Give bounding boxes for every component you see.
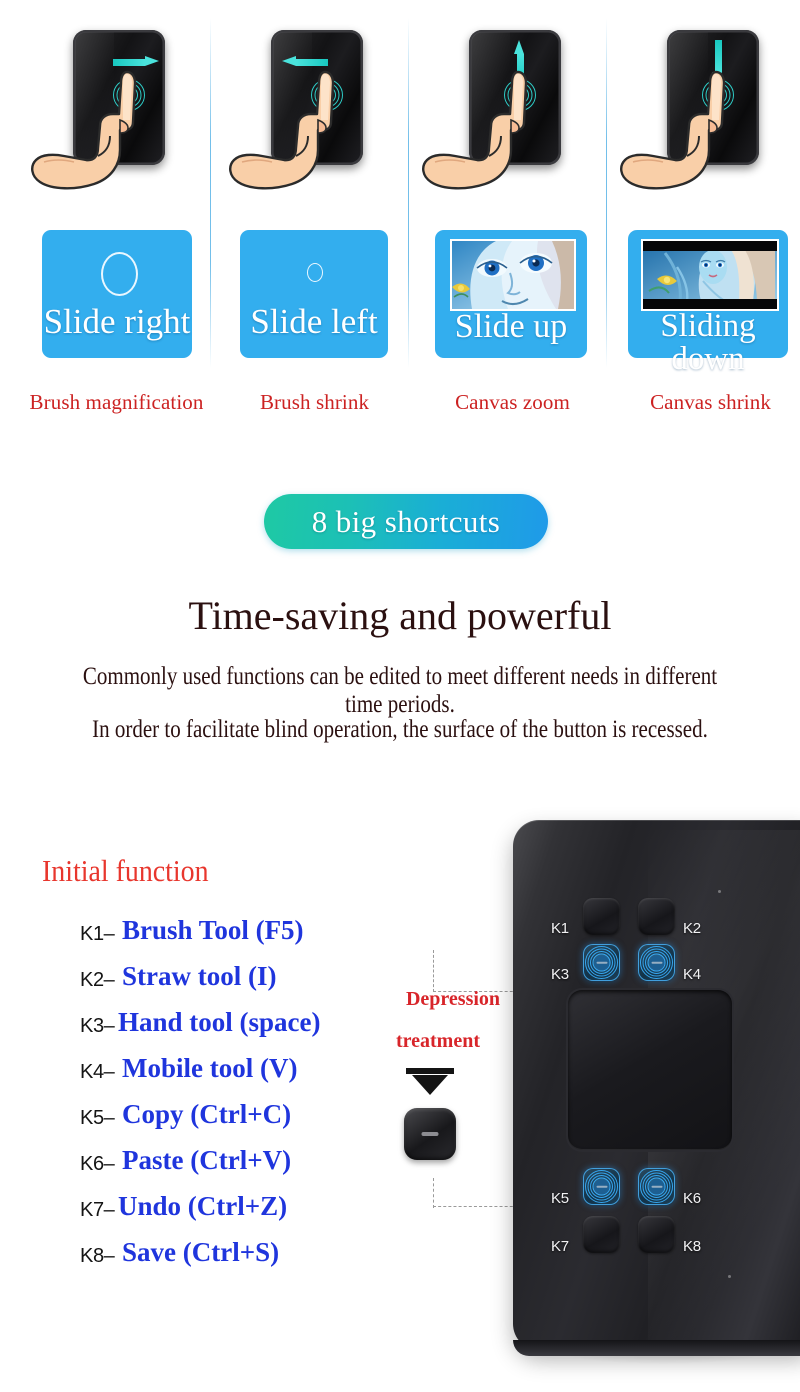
key-id: K2–	[80, 969, 115, 991]
key-function: Paste (Ctrl+V)	[122, 1145, 292, 1175]
drawing-tablet-device: K1 K2 K3 K4 K5 K6 K7 K8	[513, 820, 800, 1365]
callout-leader-line-bottom	[433, 1206, 523, 1207]
canvas-preview-zoomed-out	[641, 239, 779, 311]
canvas-preview-zoomed-in	[450, 239, 576, 311]
touch-gesture-illustration	[414, 18, 611, 208]
sliding-down-label: Sliding down	[660, 308, 756, 377]
device-led-dot	[718, 890, 721, 893]
device-button-label-k1: K1	[551, 920, 569, 937]
slide-up-card: Slide up	[435, 230, 587, 358]
gesture-card-slide-up: Slide up Canvas zoom	[414, 0, 611, 440]
device-button-k8[interactable]	[638, 1216, 675, 1253]
slide-left-card: Slide left	[240, 230, 388, 358]
slide-up-label: Slide up	[454, 308, 568, 345]
subline-1: Commonly used functions can be edited to…	[82, 663, 718, 718]
device-button-k5[interactable]	[583, 1168, 620, 1205]
hand-pointing-icon	[620, 70, 726, 190]
device-led-dot	[728, 1275, 731, 1278]
key-function-list: K1– Brush Tool (F5) K2– Straw tool (I) K…	[80, 915, 410, 1283]
slide-right-label: Slide right	[43, 302, 191, 341]
callout-label-line2: treatment	[395, 1030, 481, 1052]
gesture-card-slide-right: Slide right Brush magnification	[18, 0, 215, 440]
subline-2: In order to facilitate blind operation, …	[92, 716, 708, 743]
key-row: K3– Hand tool (space)	[80, 1007, 410, 1053]
key-function: Copy (Ctrl+C)	[122, 1099, 292, 1129]
key-row: K4– Mobile tool (V)	[80, 1053, 410, 1099]
key-id: K7–	[80, 1199, 115, 1221]
sliding-down-card: Sliding down	[628, 230, 788, 376]
touch-gesture-illustration	[216, 18, 413, 208]
key-function: Straw tool (I)	[122, 961, 277, 991]
key-id: K3–	[80, 1015, 115, 1037]
gesture-card-slide-left: Slide left Brush shrink	[216, 0, 413, 440]
device-button-k7[interactable]	[583, 1216, 620, 1253]
caption-brush-magnification: Brush magnification	[29, 390, 204, 414]
key-function: Mobile tool (V)	[122, 1053, 298, 1083]
device-bottom-edge	[513, 1340, 800, 1356]
device-button-label-k3: K3	[551, 966, 569, 983]
page-headline: Time-saving and powerful	[188, 593, 612, 638]
shortcuts-badge-label: 8 big shortcuts	[311, 503, 501, 539]
slide-right-card: Slide right	[42, 230, 192, 358]
magnified-recessed-button	[404, 1108, 456, 1160]
device-button-label-k4: K4	[683, 966, 701, 983]
device-button-label-k2: K2	[683, 920, 701, 937]
gesture-section: Slide right Brush magnification Slide le…	[0, 0, 800, 440]
key-id: K8–	[80, 1245, 115, 1267]
hand-pointing-icon	[31, 70, 137, 190]
shortcuts-badge: 8 big shortcuts	[264, 494, 548, 549]
device-button-label-k6: K6	[683, 1190, 701, 1207]
device-button-k6[interactable]	[638, 1168, 675, 1205]
down-arrow-icon	[406, 1068, 454, 1098]
caption-brush-shrink: Brush shrink	[259, 390, 370, 414]
device-button-k3[interactable]	[583, 944, 620, 981]
key-id: K1–	[80, 923, 115, 945]
caption-canvas-zoom: Canvas zoom	[455, 390, 570, 414]
key-id: K4–	[80, 1061, 115, 1083]
callout-label-line1: Depression	[405, 988, 501, 1010]
key-id: K6–	[80, 1153, 115, 1175]
device-button-label-k5: K5	[551, 1190, 569, 1207]
key-row: K7– Undo (Ctrl+Z)	[80, 1191, 410, 1237]
key-row: K2– Straw tool (I)	[80, 961, 410, 1007]
device-button-label-k8: K8	[683, 1238, 701, 1255]
device-button-k2[interactable]	[638, 898, 675, 935]
callout-leader-line-top-vertical	[433, 950, 434, 992]
hand-pointing-icon	[229, 70, 335, 190]
hand-pointing-icon	[422, 70, 528, 190]
key-row: K6– Paste (Ctrl+V)	[80, 1145, 410, 1191]
brush-size-circle-small-icon	[307, 263, 323, 282]
brush-size-circle-large-icon	[101, 252, 138, 296]
caption-canvas-shrink: Canvas shrink	[650, 390, 771, 414]
key-row: K1– Brush Tool (F5)	[80, 915, 410, 961]
device-button-k1[interactable]	[583, 898, 620, 935]
key-function: Undo (Ctrl+Z)	[118, 1191, 288, 1221]
initial-function-title: Initial function	[42, 853, 209, 888]
slide-left-label: Slide left	[250, 302, 378, 341]
key-function: Save (Ctrl+S)	[122, 1237, 280, 1267]
key-row: K5– Copy (Ctrl+C)	[80, 1099, 410, 1145]
key-function: Hand tool (space)	[118, 1007, 321, 1037]
gesture-card-sliding-down: Sliding down Canvas shrink	[612, 0, 800, 440]
key-id: K5–	[80, 1107, 115, 1129]
device-button-label-k7: K7	[551, 1238, 569, 1255]
device-button-k4[interactable]	[638, 944, 675, 981]
callout-leader-line-bottom-vertical	[433, 1178, 434, 1208]
key-row: K8– Save (Ctrl+S)	[80, 1237, 410, 1283]
device-touchpad-area[interactable]	[568, 990, 732, 1150]
touch-gesture-illustration	[612, 18, 800, 208]
key-function: Brush Tool (F5)	[122, 915, 304, 945]
touch-gesture-illustration	[18, 18, 215, 208]
